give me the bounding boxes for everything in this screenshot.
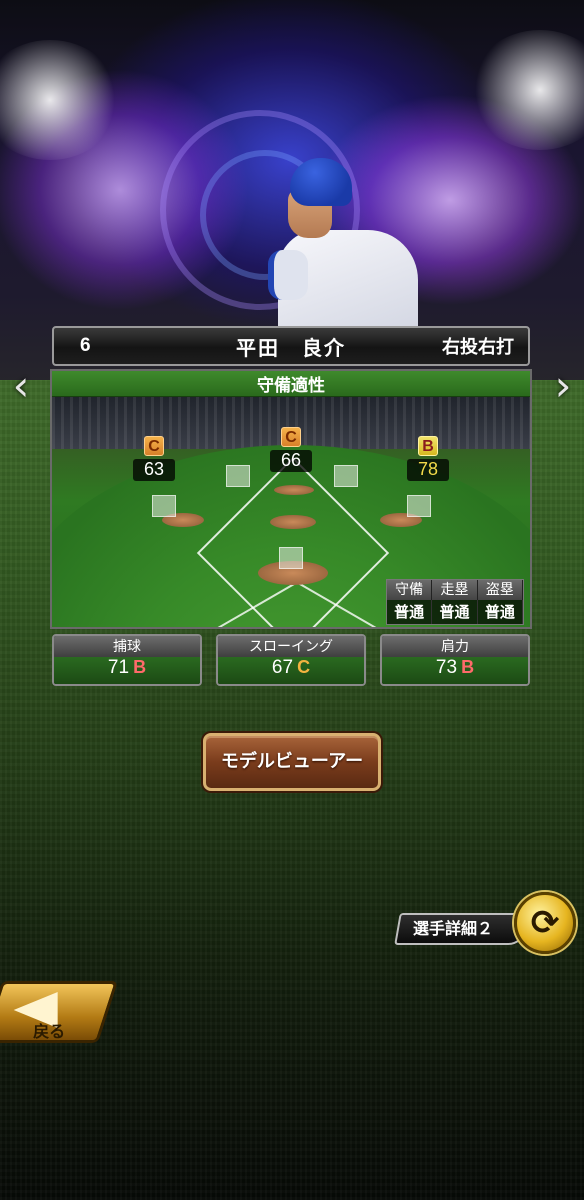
player-sleeve (268, 250, 308, 300)
player-detail-2-label: 選手詳細２ (413, 919, 494, 938)
center-field-grade: C (281, 427, 301, 447)
position-marker-shortstop[interactable] (334, 465, 358, 487)
position-marker-first-base[interactable] (407, 495, 431, 517)
next-player-chevron-right-icon[interactable]: › (548, 365, 578, 410)
right-field-grade: B (418, 436, 438, 456)
left-field-value: 63 (133, 459, 175, 481)
player-figure (268, 150, 418, 350)
rating-value-steal: 普通 (478, 600, 523, 624)
position-marker-catcher[interactable] (279, 547, 303, 569)
rating-header-defense: 守備 (387, 580, 433, 600)
model-viewer-button[interactable]: モデルビューアー (203, 733, 381, 791)
rating-header-steal: 盗塁 (477, 580, 523, 600)
ratings-table: 守備 走塁 盗塁 普通 普通 普通 (386, 579, 524, 625)
stat-arm-strength: 肩力 73 B (380, 634, 530, 686)
back-button[interactable]: 戻る (0, 981, 119, 1043)
prev-player-chevron-left-icon[interactable]: ‹ (6, 365, 36, 410)
stat-grade: B (461, 657, 475, 677)
stat-value: 71 (107, 657, 130, 678)
right-field-value: 78 (407, 459, 449, 481)
stat-grade: C (297, 657, 311, 677)
stat-label: 肩力 (382, 636, 528, 657)
left-field-grade: C (144, 436, 164, 456)
panel-title: 守備適性 (52, 371, 530, 397)
stat-value: 67 (271, 657, 294, 678)
field-diagram: C 63 C 66 B 78 守備 走塁 盗塁 普通 普通 普通 (52, 397, 530, 627)
stat-grade: B (133, 657, 147, 677)
second-base-dirt (274, 485, 314, 495)
swap-icon[interactable]: ⟳ (514, 892, 576, 954)
stat-label: スローイング (218, 636, 364, 657)
back-label: 戻る (33, 1022, 66, 1041)
player-header: 6 平田 良介 右投右打 (52, 326, 530, 366)
bat-throw-label: 右投右打 (442, 337, 514, 358)
rating-header-baserunning: 走塁 (432, 580, 478, 600)
pitcher-mound (270, 515, 316, 529)
defense-aptitude-panel: 守備適性 C 63 C 66 B 78 守備 走塁 盗塁 普通 普通 普通 (50, 369, 532, 629)
stat-value-row: 73 B (382, 657, 528, 684)
stat-throwing: スローイング 67 C (216, 634, 366, 686)
center-field-value: 66 (270, 450, 312, 472)
stat-value: 73 (435, 657, 458, 678)
position-marker-third-base[interactable] (152, 495, 176, 517)
rating-value-defense: 普通 (387, 600, 433, 624)
stat-label: 捕球 (54, 636, 200, 657)
player-helmet (290, 158, 352, 206)
rating-value-baserunning: 普通 (432, 600, 478, 624)
position-marker-second-base[interactable] (226, 465, 250, 487)
stat-value-row: 67 C (218, 657, 364, 684)
player-detail-2-button[interactable]: 選手詳細２ (394, 913, 530, 945)
stat-value-row: 71 B (54, 657, 200, 684)
stat-catching: 捕球 71 B (52, 634, 202, 686)
